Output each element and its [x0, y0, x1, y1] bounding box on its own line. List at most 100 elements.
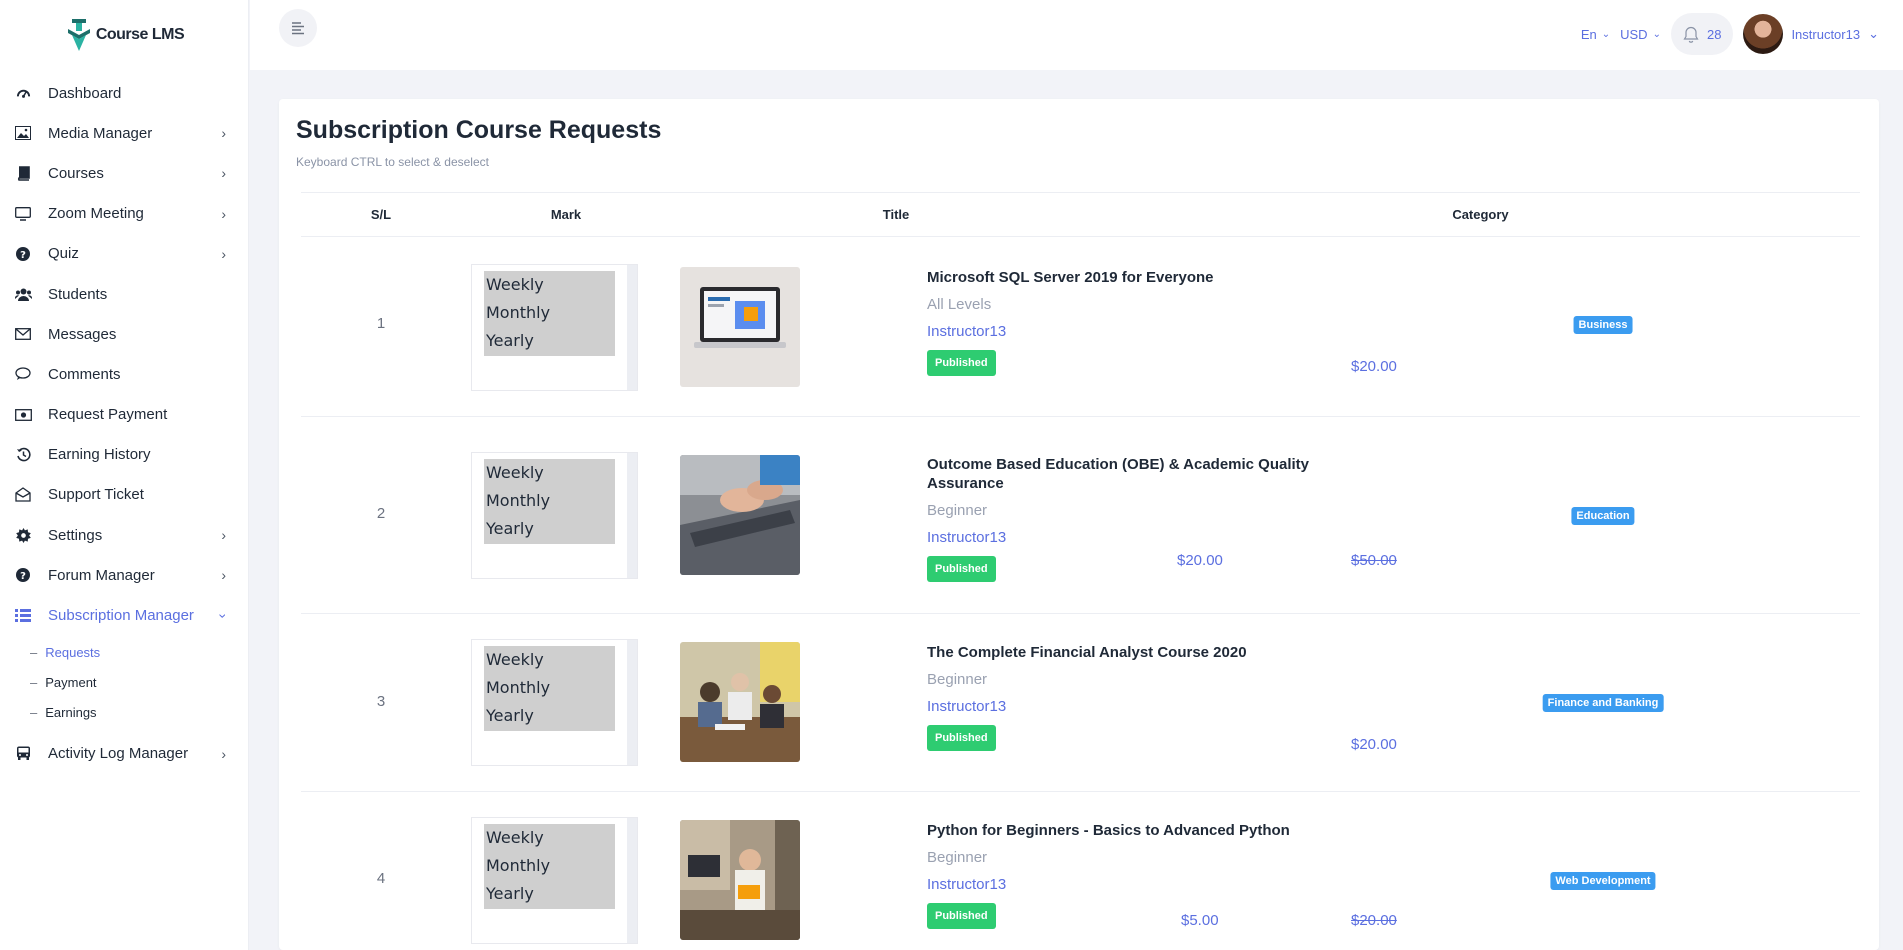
subscription-select[interactable]: Weekly Monthly Yearly [471, 817, 638, 944]
sidebar-item-label: Comments [48, 365, 121, 383]
option-monthly[interactable]: Monthly [484, 852, 615, 880]
course-instructor[interactable]: Instructor13 [927, 876, 1347, 893]
username: Instructor13 [1791, 26, 1861, 42]
subscription-select[interactable]: Weekly Monthly Yearly [471, 452, 638, 579]
logo-icon [67, 19, 90, 51]
row-sl: 4 [376, 870, 386, 887]
sidebar-item-label: Quiz [48, 245, 79, 263]
submenu-item-label: Earnings [45, 705, 97, 721]
option-yearly[interactable]: Yearly [484, 327, 615, 355]
sidebar-item-courses[interactable]: Courses › [0, 153, 248, 193]
status-badge: Published [927, 725, 996, 751]
course-title[interactable]: Microsoft SQL Server 2019 for Everyone [927, 268, 1347, 287]
sidebar-item-earning-history[interactable]: Earning History [0, 435, 248, 475]
dash-icon: – [30, 645, 38, 661]
select-options: Weekly Monthly Yearly [484, 459, 615, 544]
sidebar-toggle-button[interactable] [279, 9, 317, 47]
language-dropdown[interactable]: En ⌄ [1581, 27, 1610, 42]
svg-text:?: ? [20, 571, 26, 582]
submenu-item-requests[interactable]: – Requests [30, 638, 248, 668]
subscription-requests-card: Subscription Course Requests Keyboard CT… [279, 99, 1879, 950]
select-scrollbar[interactable] [627, 640, 637, 765]
chevron-right-icon: › [221, 165, 226, 182]
sidebar-item-messages[interactable]: Messages [0, 314, 248, 354]
option-monthly[interactable]: Monthly [484, 674, 615, 702]
select-scrollbar[interactable] [627, 818, 637, 943]
sidebar-item-quiz[interactable]: ? Quiz › [0, 234, 248, 274]
course-title[interactable]: The Complete Financial Analyst Course 20… [927, 643, 1347, 662]
option-weekly[interactable]: Weekly [484, 459, 615, 487]
option-monthly[interactable]: Monthly [484, 299, 615, 327]
question-icon: ? [14, 245, 32, 263]
envelope-icon [14, 325, 32, 343]
table-row: 3 Weekly Monthly Yearly The Complete Fin… [301, 614, 1860, 792]
table-row: 4 Weekly Monthly Yearly Python for Begin… [301, 792, 1860, 950]
sidebar-item-label: Earning History [48, 446, 151, 464]
course-title[interactable]: Python for Beginners - Basics to Advance… [927, 821, 1347, 840]
column-header-sl: S/L [370, 207, 392, 222]
option-yearly[interactable]: Yearly [484, 880, 615, 908]
chevron-right-icon: › [221, 527, 226, 544]
course-price: $5.00 [1181, 912, 1219, 929]
column-header-mark: Mark [550, 207, 582, 222]
subscription-select[interactable]: Weekly Monthly Yearly [471, 639, 638, 766]
bus-icon [14, 745, 32, 763]
option-monthly[interactable]: Monthly [484, 487, 615, 515]
currency-dropdown[interactable]: USD ⌄ [1620, 27, 1661, 42]
category-badge: Web Development [1550, 872, 1656, 890]
sidebar-item-settings[interactable]: Settings › [0, 515, 248, 555]
topbar-actions: En ⌄ USD ⌄ 28 Instructor13 ⌄ [1581, 13, 1879, 55]
sidebar-item-activity-log-manager[interactable]: Activity Log Manager › [0, 734, 248, 774]
submenu-item-payment[interactable]: – Payment [30, 668, 248, 698]
chevron-right-icon: › [221, 745, 226, 762]
sidebar-item-media-manager[interactable]: Media Manager › [0, 113, 248, 153]
course-instructor[interactable]: Instructor13 [927, 529, 1347, 546]
course-thumbnail [680, 267, 800, 387]
course-original-price: $50.00 [1351, 552, 1397, 569]
sidebar-item-request-payment[interactable]: Request Payment [0, 395, 248, 435]
category-badge: Education [1571, 507, 1635, 525]
option-weekly[interactable]: Weekly [484, 824, 615, 852]
select-options: Weekly Monthly Yearly [484, 646, 615, 731]
sidebar-item-label: Media Manager [48, 124, 153, 142]
notifications-button[interactable]: 28 [1670, 13, 1734, 55]
course-level: Beginner [927, 849, 988, 866]
sidebar: Course LMS Dashboard Media Manager › Cou… [0, 0, 249, 950]
sidebar-item-forum-manager[interactable]: ? Forum Manager › [0, 555, 248, 595]
course-info: The Complete Financial Analyst Course 20… [927, 643, 1347, 751]
table-header: S/L Mark Title Category [301, 192, 1860, 237]
submenu-item-earnings[interactable]: – Earnings [30, 698, 248, 728]
course-price: $20.00 [1351, 358, 1397, 375]
sidebar-item-subscription-manager[interactable]: Subscription Manager › [0, 595, 248, 635]
select-options: Weekly Monthly Yearly [484, 824, 615, 909]
chevron-down-icon: › [215, 613, 232, 618]
sidebar-item-comments[interactable]: Comments [0, 354, 248, 394]
logo[interactable]: Course LMS [0, 0, 248, 70]
question-icon: ? [14, 566, 32, 584]
course-title[interactable]: Outcome Based Education (OBE) & Academic… [927, 455, 1347, 493]
envelope-open-icon [14, 486, 32, 504]
category-badge: Finance and Banking [1542, 694, 1664, 712]
sidebar-item-students[interactable]: Students [0, 274, 248, 314]
course-original-price: $20.00 [1351, 912, 1397, 929]
select-scrollbar[interactable] [627, 453, 637, 578]
table-row: 2 Weekly Monthly Yearly Outcome Based Ed… [301, 417, 1860, 614]
user-menu[interactable]: Instructor13 ⌄ [1743, 14, 1879, 54]
course-level: Beginner [927, 502, 988, 519]
currency-value: USD [1620, 26, 1648, 42]
column-header-title: Title [882, 207, 910, 222]
sidebar-item-support-ticket[interactable]: Support Ticket [0, 475, 248, 515]
sidebar-item-label: Messages [48, 325, 117, 343]
sidebar-item-zoom-meeting[interactable]: Zoom Meeting › [0, 194, 248, 234]
course-instructor[interactable]: Instructor13 [927, 323, 1347, 340]
course-instructor[interactable]: Instructor13 [927, 698, 1347, 715]
image-icon [14, 124, 32, 142]
sidebar-item-dashboard[interactable]: Dashboard [0, 73, 248, 113]
subscription-select[interactable]: Weekly Monthly Yearly [471, 264, 638, 391]
option-yearly[interactable]: Yearly [484, 702, 615, 730]
option-weekly[interactable]: Weekly [484, 271, 615, 299]
option-weekly[interactable]: Weekly [484, 646, 615, 674]
option-yearly[interactable]: Yearly [484, 515, 615, 543]
select-scrollbar[interactable] [627, 265, 637, 390]
requests-table: S/L Mark Title Category 1 Weekly Monthly… [301, 192, 1860, 950]
